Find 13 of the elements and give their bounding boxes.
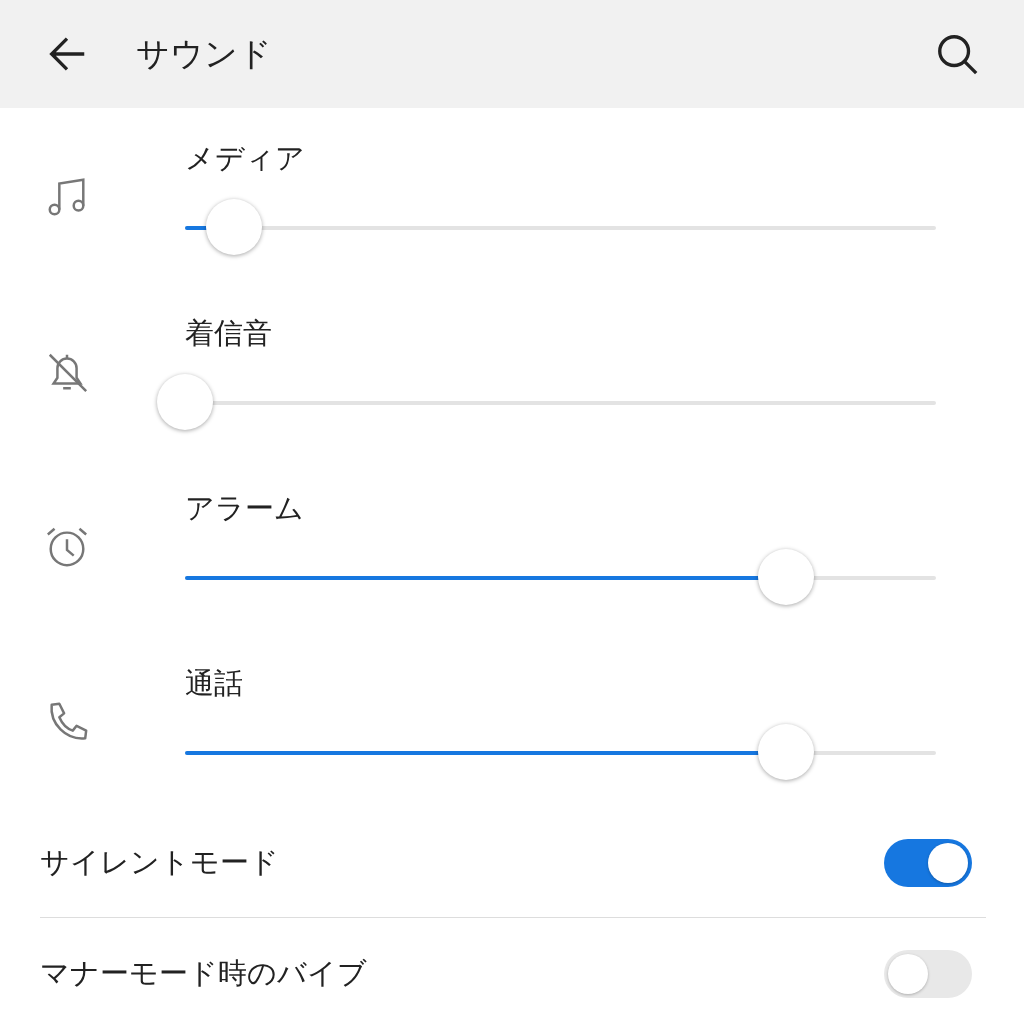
setting-label: サイレントモード: [40, 843, 280, 881]
slider-thumb[interactable]: [157, 374, 213, 430]
slider-thumb[interactable]: [757, 549, 814, 605]
screen-title: サウンド: [136, 32, 273, 75]
volume-label: アラーム: [185, 490, 304, 527]
volume-label: メディア: [185, 140, 305, 177]
slider-thumb[interactable]: [757, 724, 814, 780]
toggle-switch[interactable]: [884, 950, 972, 998]
toggle-switch[interactable]: [884, 838, 972, 887]
volume-label: 通話: [185, 665, 243, 702]
volume-label: 着信音: [185, 315, 272, 352]
slider-thumb[interactable]: [205, 199, 262, 255]
setting-label: マナーモード時のバイブ: [40, 955, 368, 992]
